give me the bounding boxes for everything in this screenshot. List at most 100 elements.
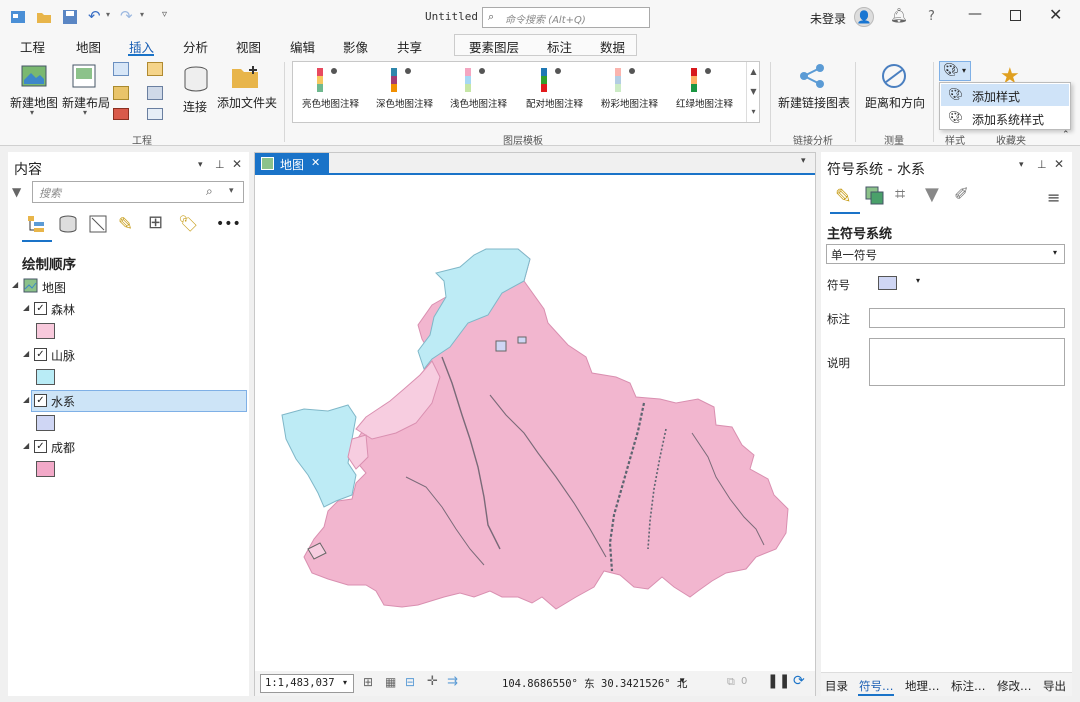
add-style-button[interactable]: 🎨︎ ▾ (939, 61, 971, 81)
layer-expand-icon[interactable]: ◢ (23, 349, 29, 358)
command-search-input[interactable]: ⌕ 命令搜索 (Alt+Q) (482, 7, 650, 28)
symbol-dropdown-icon[interactable]: ▾ (916, 276, 920, 285)
collapse-ribbon-icon[interactable]: ⌃ (1062, 130, 1070, 140)
menu-item-add-style[interactable]: 🎨︎ 添加样式 (941, 84, 1069, 106)
tab-edit[interactable]: 编辑 (290, 37, 315, 56)
tab-view[interactable]: 视图 (236, 37, 261, 56)
list-by-labeling-icon[interactable]: 🏷︎ (178, 214, 198, 233)
tab-project[interactable]: 工程 (20, 37, 45, 56)
redo-dropdown-icon[interactable]: ▾ (140, 10, 144, 19)
undo-dropdown-icon[interactable]: ▾ (106, 10, 110, 19)
map-expand-icon[interactable]: ◢ (12, 280, 18, 289)
layer-water[interactable]: 水系 (51, 393, 75, 410)
selected-features-icon[interactable]: ⧉ (727, 675, 735, 689)
tab-catalog[interactable]: 目录 (825, 678, 848, 694)
customize-quick-access-icon[interactable]: ▿ (162, 9, 167, 20)
template-paired[interactable]: 配对地图注释 (526, 96, 583, 110)
redo-icon[interactable]: ↷ (120, 7, 136, 25)
masking-icon[interactable]: ✐ (954, 184, 969, 205)
tab-data[interactable]: 数据 (600, 37, 625, 56)
primary-symbology-icon[interactable]: ✎ (835, 184, 852, 208)
navigator-icon[interactable]: ⇉ (447, 674, 458, 689)
distance-direction-button[interactable]: 距离和方向 (865, 94, 925, 111)
layer-visibility-checkbox[interactable]: ✓ (34, 440, 47, 453)
symbol-swatch[interactable] (878, 276, 897, 290)
list-by-drawing-order-icon[interactable] (26, 214, 46, 234)
sign-in-status[interactable]: 未登录 (810, 10, 846, 27)
layout-file-icon[interactable] (147, 108, 163, 120)
task-icon[interactable] (113, 86, 129, 100)
layer-mountain[interactable]: 山脉 (51, 347, 75, 364)
pane-menu-icon[interactable]: ▾ (1019, 160, 1024, 170)
close-pane-icon[interactable]: ✕ (1054, 157, 1064, 171)
forest-swatch[interactable] (36, 323, 55, 339)
tab-list-icon[interactable]: ▾ (801, 156, 806, 166)
layer-visibility-checkbox[interactable]: ✓ (34, 348, 47, 361)
close-tab-icon[interactable]: ✕ (311, 156, 320, 169)
maximize-button[interactable] (1010, 10, 1021, 21)
coordinates-dropdown-icon[interactable]: ▾ (680, 676, 685, 686)
list-by-editing-icon[interactable]: ✎ (118, 214, 133, 235)
refresh-icon[interactable]: ⟳ (793, 673, 805, 689)
avatar[interactable]: 👤 (854, 7, 874, 27)
grid-icon[interactable]: ▦ (385, 675, 396, 689)
close-button[interactable]: ✕ (1049, 5, 1062, 24)
chengdu-swatch[interactable] (36, 461, 55, 477)
symbology-type-select[interactable]: 单一符号 ▾ (826, 244, 1065, 264)
list-by-source-icon[interactable] (58, 214, 78, 237)
tab-analysis[interactable]: 分析 (183, 37, 208, 56)
more-options-icon[interactable]: ••• (216, 216, 241, 232)
save-icon[interactable] (62, 9, 78, 25)
layer-chengdu[interactable]: 成都 (51, 439, 75, 456)
pane-menu-icon[interactable]: ▾ (198, 160, 203, 170)
crosshair-icon[interactable]: ✛ (427, 674, 438, 689)
tab-imagery[interactable]: 影像 (343, 37, 368, 56)
template-light[interactable]: 亮色地图注释 (302, 96, 359, 110)
template-dark[interactable]: 深色地图注释 (376, 96, 433, 110)
filter-symbology-icon[interactable]: ▼ (925, 184, 939, 205)
tab-modify-features[interactable]: 修改… (997, 678, 1032, 694)
tab-symbology[interactable]: 符号… (859, 678, 894, 694)
tab-map[interactable]: 地图 (76, 37, 101, 56)
template-red-green[interactable]: 红绿地图注释 (676, 96, 733, 110)
tab-geoprocessing[interactable]: 地理… (905, 678, 940, 694)
pin-icon[interactable]: ⊥ (1037, 158, 1047, 171)
water-swatch[interactable] (36, 415, 55, 431)
menu-item-add-system-style[interactable]: 🎨︎ 添加系统样式 (941, 107, 1069, 129)
new-layout-dropdown-icon[interactable]: ▾ (83, 108, 87, 117)
report-icon[interactable] (113, 62, 129, 76)
symbol-layers-icon[interactable] (864, 185, 884, 205)
help-button[interactable]: ? (928, 9, 935, 24)
pin-icon[interactable]: ⊥ (215, 158, 225, 171)
gallery-scroll[interactable]: ▲ ▼ ▾ (746, 62, 760, 122)
app-icon[interactable] (10, 9, 26, 25)
list-by-selection-icon[interactable] (88, 214, 108, 237)
layer-visibility-checkbox[interactable]: ✓ (34, 394, 47, 407)
add-folder-button[interactable]: 添加文件夹 (217, 94, 277, 111)
template-pale[interactable]: 浅色地图注释 (450, 96, 507, 110)
tab-labeling[interactable]: 标注 (547, 37, 572, 56)
notification-bell-icon[interactable]: 🔔︎ (890, 8, 908, 24)
notebook-icon[interactable] (147, 86, 163, 100)
template-pastel[interactable]: 粉彩地图注释 (601, 96, 658, 110)
tab-export[interactable]: 导出 (1043, 678, 1066, 694)
toolbox-icon[interactable] (147, 62, 163, 76)
layer-expand-icon[interactable]: ◢ (23, 395, 29, 404)
layer-expand-icon[interactable]: ◢ (23, 441, 29, 450)
tab-feature-layer[interactable]: 要素图层 (469, 37, 519, 56)
layer-visibility-checkbox[interactable]: ✓ (34, 302, 47, 315)
label-input[interactable] (869, 308, 1065, 328)
vary-symbology-icon[interactable]: ⌗ (895, 184, 905, 205)
map-canvas[interactable] (256, 177, 814, 670)
layer-expand-icon[interactable]: ◢ (23, 303, 29, 312)
guides-icon[interactable]: ⊞ (363, 675, 373, 689)
contents-search-input[interactable]: 搜索 ⌕ ▾ (32, 181, 244, 203)
undo-icon[interactable]: ↶ (88, 7, 104, 25)
new-map-dropdown-icon[interactable]: ▾ (30, 108, 34, 117)
close-pane-icon[interactable]: ✕ (232, 157, 242, 171)
description-textarea[interactable] (869, 338, 1065, 386)
map-view-tab[interactable]: 地图 ✕ (255, 153, 329, 175)
layer-template-gallery[interactable]: 亮色地图注释 深色地图注释 浅色地图注释 配对地图注释 粉彩地图注释 红绿地图注… (292, 61, 760, 123)
layer-forest[interactable]: 森林 (51, 301, 75, 318)
toolbox-red-icon[interactable] (113, 108, 129, 120)
